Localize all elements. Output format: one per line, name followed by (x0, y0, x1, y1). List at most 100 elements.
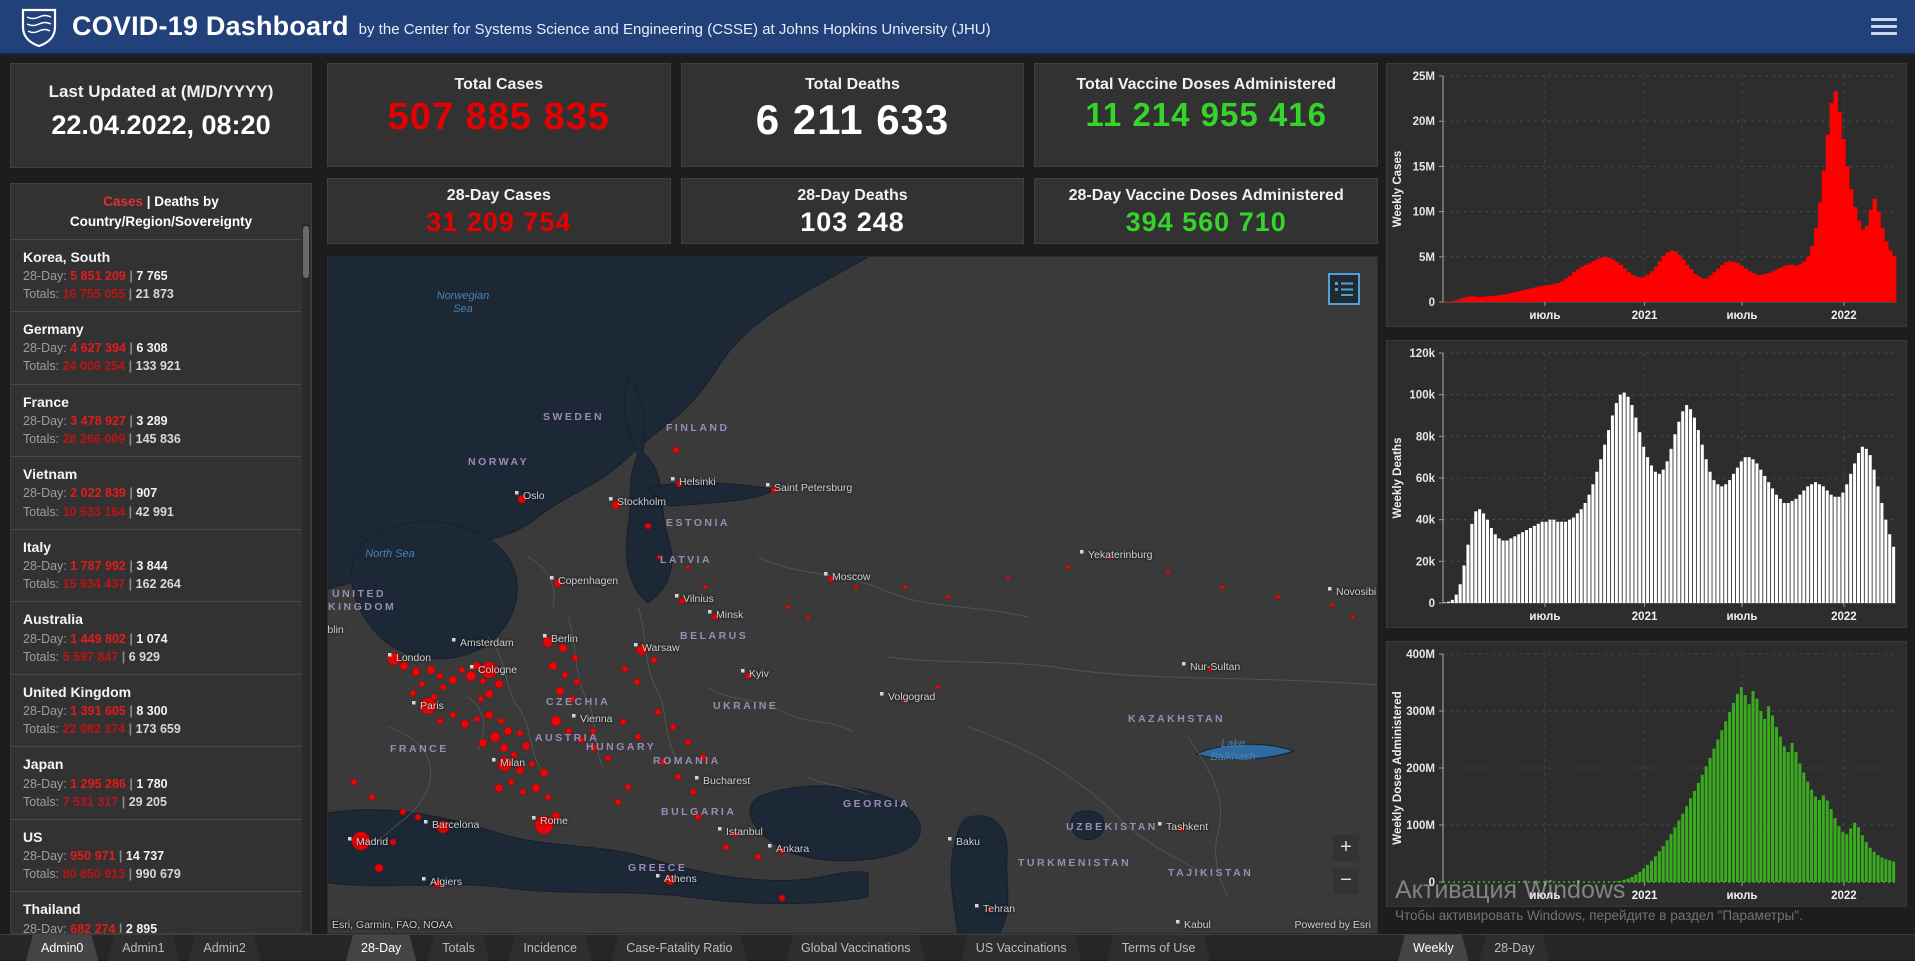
case-bubble[interactable] (480, 678, 486, 684)
country-list-item[interactable]: Japan28-Day: 1 295 286 | 1 780Totals: 7 … (11, 746, 311, 819)
tab-admin-admin0[interactable]: Admin0 (26, 935, 98, 961)
country-list-item[interactable]: France28-Day: 3 478 927 | 3 289Totals: 2… (11, 384, 311, 457)
case-bubble[interactable] (540, 769, 548, 777)
case-bubble[interactable] (670, 724, 676, 730)
case-bubble[interactable] (419, 681, 425, 687)
case-bubble[interactable] (1220, 585, 1224, 589)
case-bubble[interactable] (440, 684, 446, 690)
tab-chart-28-day[interactable]: 28-Day (1479, 935, 1549, 961)
tab-view-case-fatality-ratio[interactable]: Case-Fatality Ratio (611, 935, 747, 961)
case-bubble[interactable] (485, 711, 493, 719)
country-list-item[interactable]: United Kingdom28-Day: 1 391 605 | 8 300T… (11, 674, 311, 747)
hamburger-icon[interactable] (1871, 14, 1897, 38)
case-bubble[interactable] (412, 668, 420, 676)
case-bubble[interactable] (495, 680, 503, 688)
case-bubble[interactable] (1276, 595, 1280, 599)
case-bubble[interactable] (437, 673, 443, 679)
tab-admin-admin2[interactable]: Admin2 (188, 935, 260, 961)
case-bubble[interactable] (635, 734, 641, 740)
tab-view-global-vaccinations[interactable]: Global Vaccinations (786, 935, 926, 961)
country-list-scrollbar[interactable] (302, 224, 310, 931)
case-bubble[interactable] (620, 719, 626, 725)
case-bubble[interactable] (449, 676, 457, 684)
case-bubble[interactable] (410, 690, 416, 696)
case-bubble[interactable] (415, 814, 421, 820)
case-bubble[interactable] (779, 895, 785, 901)
tab-view-totals[interactable]: Totals (427, 935, 490, 961)
case-bubble[interactable] (1006, 575, 1010, 579)
case-bubble[interactable] (551, 716, 561, 726)
case-bubble[interactable] (1351, 615, 1355, 619)
case-bubble[interactable] (545, 794, 551, 800)
case-bubble[interactable] (625, 784, 631, 790)
layer-list-icon[interactable] (1328, 273, 1360, 305)
case-bubble[interactable] (559, 644, 567, 652)
case-bubble[interactable] (723, 844, 729, 850)
case-bubble[interactable] (375, 864, 383, 872)
case-bubble[interactable] (474, 716, 480, 722)
country-list-item[interactable]: Thailand28-Day: 682 274 | 2 895Totals: 4… (11, 891, 311, 934)
case-bubble[interactable] (437, 718, 443, 724)
country-list-item[interactable]: US28-Day: 950 971 | 14 737Totals: 80 850… (11, 819, 311, 892)
case-bubble[interactable] (478, 696, 484, 702)
case-bubble[interactable] (634, 679, 640, 685)
country-list-item[interactable]: Germany28-Day: 4 627 394 | 6 308Totals: … (11, 311, 311, 384)
case-bubble[interactable] (490, 732, 500, 742)
case-bubble[interactable] (522, 742, 530, 750)
case-bubble[interactable] (351, 779, 357, 785)
case-bubble[interactable] (1330, 603, 1334, 607)
tab-chart-weekly[interactable]: Weekly (1398, 935, 1469, 961)
tab-admin-admin1[interactable]: Admin1 (107, 935, 179, 961)
case-bubble[interactable] (369, 794, 375, 800)
case-bubble[interactable] (685, 739, 691, 745)
case-bubble[interactable] (703, 585, 707, 589)
case-bubble[interactable] (500, 744, 508, 752)
case-bubble[interactable] (675, 774, 681, 780)
country-list-item[interactable]: Italy28-Day: 1 787 992 | 3 844Totals: 15… (11, 529, 311, 602)
zoom-out-button[interactable]: − (1333, 868, 1359, 894)
case-bubble[interactable] (1166, 570, 1170, 574)
case-bubble[interactable] (562, 672, 568, 678)
case-bubble[interactable] (1066, 565, 1070, 569)
map[interactable]: NorwegianSeaNorth SeaLakeBalkhashSWEDENN… (327, 256, 1378, 934)
case-bubble[interactable] (461, 720, 469, 728)
case-bubble[interactable] (556, 687, 564, 695)
country-list-item[interactable]: Korea, South28-Day: 5 851 209 | 7 765Tot… (11, 239, 311, 312)
case-bubble[interactable] (400, 809, 406, 815)
tab-view-terms-of-use[interactable]: Terms of Use (1107, 935, 1211, 961)
country-list-item[interactable]: Australia28-Day: 1 449 802 | 1 074Totals… (11, 601, 311, 674)
case-bubble[interactable] (946, 595, 950, 599)
case-bubble[interactable] (450, 712, 456, 718)
case-bubble[interactable] (508, 779, 514, 785)
case-bubble[interactable] (504, 727, 512, 735)
case-bubble[interactable] (903, 585, 907, 589)
case-bubble[interactable] (466, 671, 476, 681)
case-bubble[interactable] (655, 709, 661, 715)
case-bubble[interactable] (645, 523, 651, 529)
case-bubble[interactable] (622, 666, 628, 672)
case-bubble[interactable] (495, 784, 503, 792)
case-bubble[interactable] (755, 854, 761, 860)
zoom-in-button[interactable]: + (1333, 835, 1359, 861)
case-bubble[interactable] (459, 667, 465, 673)
tab-view-us-vaccinations[interactable]: US Vaccinations (961, 935, 1082, 961)
case-bubble[interactable] (605, 755, 611, 761)
case-bubble[interactable] (485, 690, 493, 698)
case-bubble[interactable] (806, 615, 810, 619)
case-bubble[interactable] (690, 789, 696, 795)
case-bubble[interactable] (574, 679, 580, 685)
country-list-item[interactable]: Vietnam28-Day: 2 022 839 | 907Totals: 10… (11, 456, 311, 529)
case-bubble[interactable] (498, 718, 504, 724)
case-bubble[interactable] (651, 657, 657, 663)
case-bubble[interactable] (936, 685, 940, 689)
case-bubble[interactable] (615, 799, 621, 805)
case-bubble[interactable] (673, 447, 679, 453)
case-bubble[interactable] (854, 585, 858, 589)
case-bubble[interactable] (517, 730, 523, 736)
case-bubble[interactable] (572, 655, 578, 661)
case-bubble[interactable] (520, 789, 526, 795)
case-bubble[interactable] (427, 666, 435, 674)
case-bubble[interactable] (529, 761, 535, 767)
case-bubble[interactable] (532, 784, 540, 792)
case-bubble[interactable] (786, 605, 790, 609)
